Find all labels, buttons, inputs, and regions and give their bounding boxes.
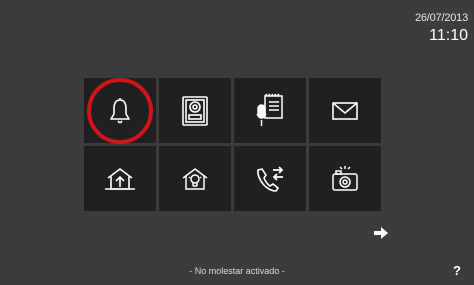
tile-voice-memo[interactable] (234, 78, 306, 143)
tile-home-automation[interactable] (84, 146, 156, 211)
door-panel-icon (180, 95, 210, 127)
tile-do-not-disturb[interactable] (84, 77, 156, 144)
tile-lights[interactable] (159, 146, 231, 211)
main-menu-grid (84, 77, 381, 211)
bell-icon (108, 97, 132, 125)
tile-call-transfer[interactable] (234, 146, 306, 211)
microphone-notepad-icon (255, 92, 285, 129)
date-label: 26/07/2013 (414, 12, 468, 24)
house-lightbulb-icon (179, 166, 211, 192)
arrow-right-icon[interactable] (373, 226, 389, 240)
camera-icon (330, 165, 360, 193)
status-message: - No molestar activado - (189, 266, 285, 276)
tile-messages[interactable] (309, 78, 381, 143)
time-label: 11:10 (429, 27, 468, 44)
help-button[interactable]: ? (453, 263, 461, 278)
house-arrow-icon (104, 166, 136, 192)
phone-transfer-icon (254, 164, 286, 194)
tile-door-panel[interactable] (159, 78, 231, 143)
envelope-icon (331, 100, 359, 122)
tile-photos[interactable] (309, 146, 381, 211)
